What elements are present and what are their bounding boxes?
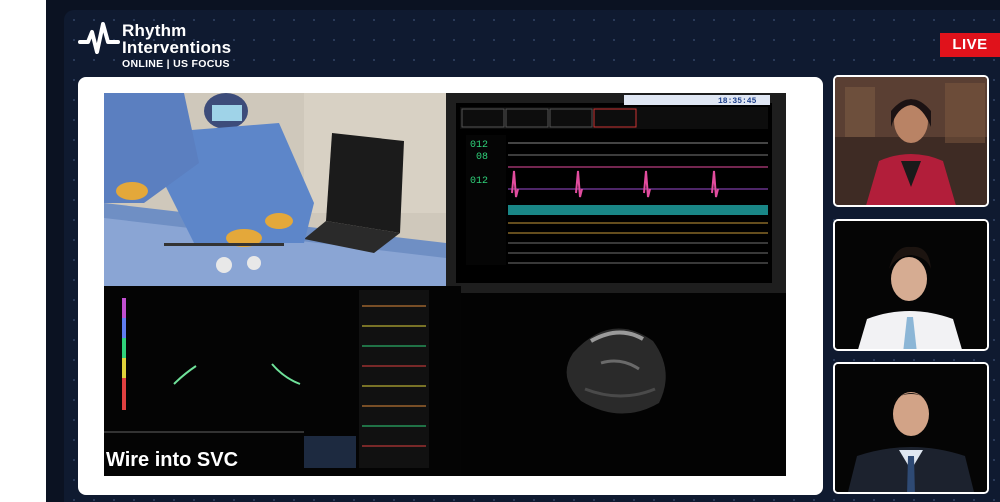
brand-subtitle: ONLINE | US FOCUS — [122, 58, 230, 70]
speaker-tile-host — [833, 75, 989, 207]
monitor-readout-3: 012 — [470, 176, 488, 187]
heartbeat-icon — [78, 22, 120, 54]
brand-logo: Rhythm Interventions ONLINE | US FOCUS — [78, 18, 298, 72]
speaker-tile-panelist-1 — [833, 219, 989, 351]
mapping-system-feed — [104, 286, 461, 476]
procedure-caption: Wire into SVC — [106, 449, 239, 471]
monitor-readout-2: 08 — [476, 152, 488, 163]
ecg-monitor-feed: 012 08 012 18:35:45 — [446, 93, 786, 293]
speaker-tile-panelist-2 — [833, 362, 989, 494]
ultrasound-feed — [461, 293, 786, 476]
monitor-readout-1: 012 — [470, 140, 488, 151]
operating-room-feed — [104, 93, 446, 286]
brand-name: Rhythm Interventions — [122, 22, 231, 56]
live-badge: LIVE — [940, 33, 1000, 57]
brand-name-line2: Interventions — [122, 38, 232, 57]
monitor-clock: 18:35:45 — [718, 97, 757, 106]
